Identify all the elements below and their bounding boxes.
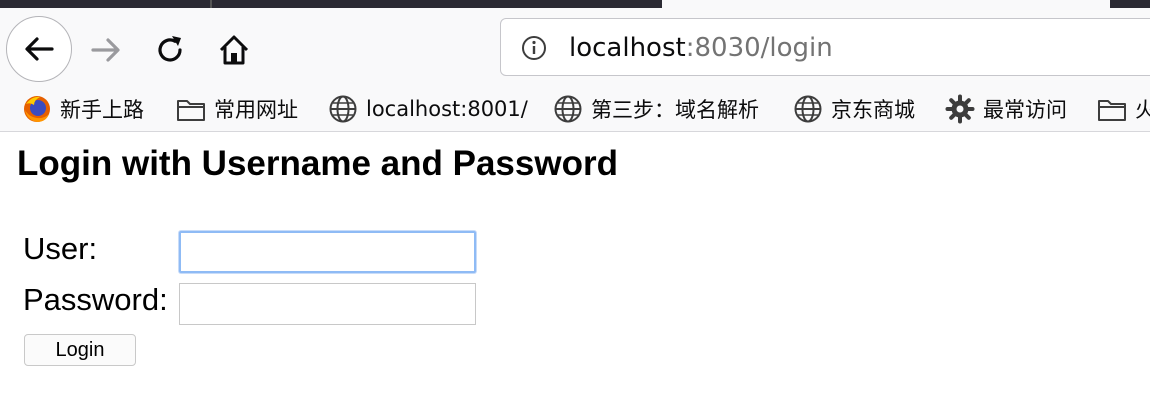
user-label: User: bbox=[23, 231, 98, 266]
bookmark-localhost-8001[interactable]: localhost:8001/ bbox=[328, 92, 528, 126]
active-tab[interactable] bbox=[662, 0, 1110, 8]
bookmark-getting-started[interactable]: 新手上路 bbox=[22, 92, 144, 126]
page-title: Login with Username and Password bbox=[17, 144, 618, 183]
username-input[interactable] bbox=[179, 231, 476, 273]
folder-icon bbox=[1098, 100, 1126, 121]
firefox-icon bbox=[24, 96, 50, 122]
forward-button[interactable] bbox=[86, 30, 126, 70]
gear-icon bbox=[945, 94, 975, 124]
url-text[interactable]: localhost:8030/login bbox=[569, 33, 833, 63]
bookmark-folder-truncated[interactable]: 火 bbox=[1097, 92, 1150, 126]
globe-icon bbox=[329, 95, 357, 123]
home-button[interactable] bbox=[214, 30, 254, 70]
password-label: Password: bbox=[23, 282, 168, 317]
folder-icon bbox=[177, 100, 205, 121]
login-button[interactable]: Login bbox=[24, 334, 136, 366]
back-button[interactable] bbox=[6, 16, 72, 82]
url-host: localhost bbox=[569, 33, 686, 63]
bookmark-label: 第三步：域名解析 bbox=[591, 98, 759, 122]
password-input[interactable] bbox=[179, 283, 476, 325]
reload-button[interactable] bbox=[150, 30, 190, 70]
bookmark-label: localhost:8001/ bbox=[366, 97, 528, 121]
bookmark-common-sites[interactable]: 常用网址 bbox=[176, 92, 298, 126]
globe-icon bbox=[554, 95, 582, 123]
address-bar[interactable]: localhost:8030/login bbox=[500, 18, 1150, 76]
bookmark-label: 常用网址 bbox=[214, 98, 298, 122]
bookmark-label: 火 bbox=[1135, 98, 1150, 122]
bookmark-label: 最常访问 bbox=[983, 98, 1067, 122]
tab-separator bbox=[210, 0, 212, 8]
reload-icon bbox=[158, 36, 182, 62]
back-arrow-icon bbox=[25, 37, 54, 61]
bookmark-jd-mall[interactable]: 京东商城 bbox=[793, 92, 915, 126]
url-path: :8030/login bbox=[685, 33, 833, 63]
home-icon bbox=[219, 35, 249, 65]
bookmark-most-visited[interactable]: 最常访问 bbox=[945, 92, 1067, 126]
page-content: Login with Username and Password User: P… bbox=[0, 132, 1150, 418]
tab-strip bbox=[0, 0, 1150, 8]
bookmark-domain-resolution[interactable]: 第三步：域名解析 bbox=[553, 92, 759, 126]
bookmarks-toolbar: 新手上路 常用网址 localhost:8001/ 第三步：域名解析 京东商城 … bbox=[0, 88, 1150, 132]
globe-icon bbox=[794, 95, 822, 123]
bookmark-label: 新手上路 bbox=[60, 98, 144, 122]
bookmark-label: 京东商城 bbox=[831, 98, 915, 122]
info-icon[interactable] bbox=[521, 35, 547, 61]
navigation-toolbar: localhost:8030/login bbox=[0, 8, 1150, 88]
forward-arrow-icon bbox=[91, 38, 120, 62]
